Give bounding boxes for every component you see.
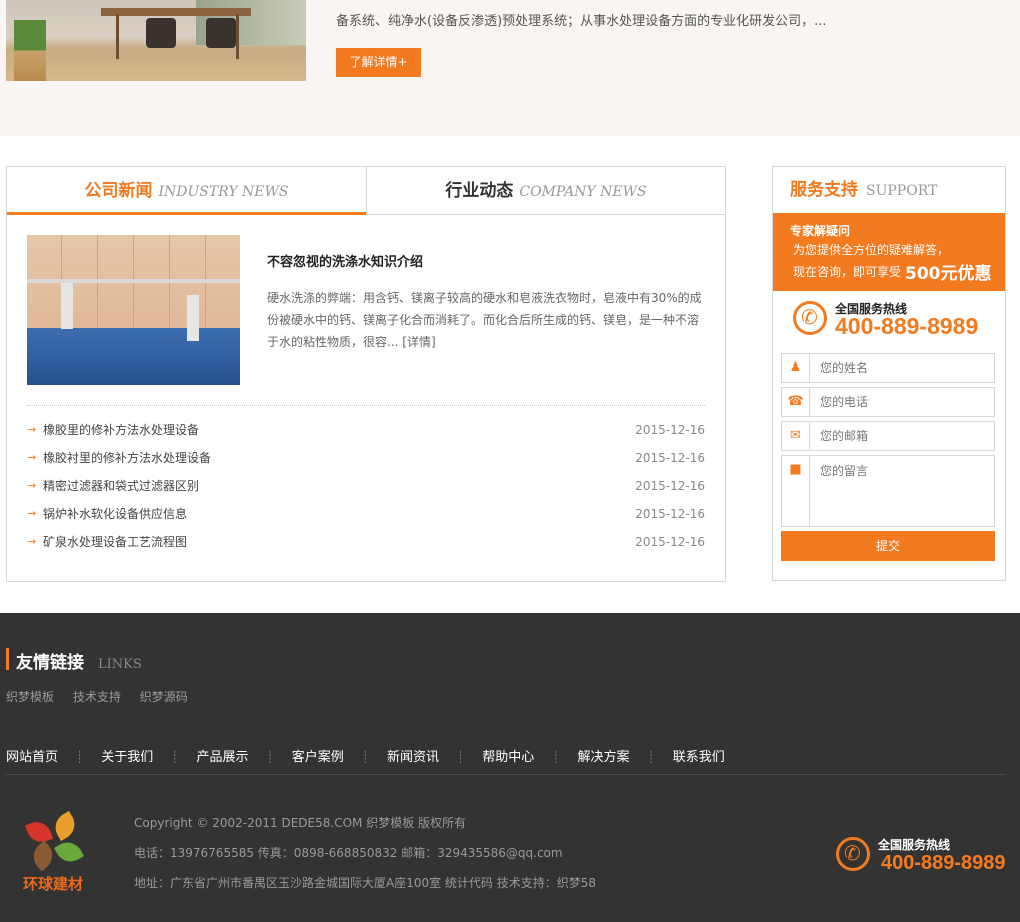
news-item-title[interactable]: 矿泉水处理设备工艺流程图: [43, 532, 187, 552]
featured-news-text: 硬水洗涤的弊端：用含钙、镁离子较高的硬水和皂液洗衣物时，皂液中有30%的成份被硬…: [267, 291, 702, 349]
arrow-icon: →: [27, 535, 37, 548]
name-field[interactable]: ♟ 您的姓名: [781, 353, 995, 383]
footer: 友情链接 LINKS 织梦模板 技术支持 织梦源码 网站首页 ┊ 关于我们 ┊ 产品展示 ┊…: [0, 613, 1020, 922]
name-placeholder: 您的姓名: [820, 361, 869, 375]
email-field[interactable]: ✉ 您的邮箱: [781, 421, 995, 451]
footer-nav-cases[interactable]: 客户案例: [292, 746, 344, 765]
list-item: → 锅炉补水软化设备供应信息 2015-12-16: [27, 504, 705, 532]
footer-hotline-label: 全国服务热线: [878, 838, 951, 852]
message-placeholder: 您的留言: [820, 464, 869, 478]
email-placeholder: 您的邮箱: [820, 429, 869, 443]
news-item-date: 2015-12-16: [635, 479, 705, 493]
arrow-icon: →: [27, 451, 37, 464]
support-title-en: SUPPORT: [866, 183, 938, 199]
banner-offer: 500元优惠: [905, 264, 992, 284]
news-item-title[interactable]: 橡胶衬里的修补方法水处理设备: [43, 448, 211, 468]
comment-icon: ■: [782, 456, 810, 526]
banner-line: 为您提供全方位的疑难解答，: [793, 243, 950, 257]
support-heading: 服务支持 SUPPORT: [773, 167, 1005, 213]
telephone-icon: ☎: [782, 388, 810, 416]
learn-more-button[interactable]: 了解详情+: [336, 48, 421, 77]
footer-nav-help[interactable]: 帮助中心: [482, 746, 534, 765]
news-item-title[interactable]: 橡胶里的修补方法水处理设备: [43, 420, 199, 440]
arrow-icon: →: [27, 423, 37, 436]
friend-link[interactable]: 技术支持: [73, 690, 121, 704]
footer-hotline: 全国服务热线 400-889-8989: [836, 835, 1016, 880]
tab-industry-news[interactable]: 行业动态 COMPANY NEWS: [366, 167, 725, 215]
footer-nav-contact[interactable]: 联系我们: [673, 746, 725, 765]
hotline-number: 400-889-8989: [835, 313, 979, 339]
news-item-title[interactable]: 锅炉补水软化设备供应信息: [43, 504, 187, 524]
about-section: 备系统、纯净水(设备反渗透)预处理系统；从事水处理设备方面的专业化研发公司，..…: [0, 0, 1020, 136]
logo-text: 环球建材: [23, 875, 84, 893]
links-heading: 友情链接 LINKS: [6, 648, 142, 673]
support-title: 服务支持: [790, 180, 858, 200]
news-item-date: 2015-12-16: [635, 535, 705, 549]
divider: [27, 405, 705, 406]
news-item-date: 2015-12-16: [635, 423, 705, 437]
links-title-en: LINKS: [98, 657, 142, 672]
arrow-icon: →: [27, 507, 37, 520]
phone-icon: [793, 301, 827, 335]
friend-link[interactable]: 织梦源码: [140, 690, 188, 704]
friend-links: 织梦模板 技术支持 织梦源码: [6, 688, 203, 705]
featured-news-title[interactable]: 不容忽视的洗涤水知识介绍: [267, 251, 423, 270]
about-photo: [6, 0, 306, 81]
phone-placeholder: 您的电话: [820, 395, 869, 409]
list-item: → 精密过滤器和袋式过滤器区别 2015-12-16: [27, 476, 705, 504]
links-title: 友情链接: [16, 653, 84, 673]
copyright-text: Copyright © 2002-2011 DEDE58.COM 织梦模板 版权…: [134, 816, 467, 830]
contact-text: 电话：13976765585 传真：0898-668850832 邮箱：3294…: [134, 846, 563, 860]
address-text: 地址：广东省广州市番禺区玉沙路金城国际大厦A座100室 统计代码 技术支持：织梦…: [134, 876, 597, 890]
support-panel: 服务支持 SUPPORT 专家解疑问 为您提供全方位的疑难解答， 现在咨询，即可享…: [772, 166, 1006, 581]
news-item-date: 2015-12-16: [635, 451, 705, 465]
featured-news-image[interactable]: [27, 235, 240, 385]
tab-label-en: INDUSTRY NEWS: [158, 184, 289, 200]
hotline-block: 全国服务热线 400-889-8989: [793, 299, 993, 339]
arrow-icon: →: [27, 479, 37, 492]
banner-line: 现在咨询，即可享受: [793, 265, 902, 279]
friend-link[interactable]: 织梦模板: [6, 690, 54, 704]
tab-company-news[interactable]: 公司新闻 INDUSTRY NEWS: [7, 167, 366, 215]
news-tabs: 公司新闻 INDUSTRY NEWS 行业动态 COMPANY NEWS: [7, 167, 725, 215]
news-item-date: 2015-12-16: [635, 507, 705, 521]
footer-nav-home[interactable]: 网站首页: [6, 746, 58, 765]
featured-news-more-link[interactable]: [详情]: [402, 335, 435, 349]
footer-nav-products[interactable]: 产品展示: [197, 746, 249, 765]
banner-title: 专家解疑问: [790, 224, 851, 238]
phone-field[interactable]: ☎ 您的电话: [781, 387, 995, 417]
tab-label-en: COMPANY NEWS: [519, 184, 647, 200]
list-item: → 橡胶里的修补方法水处理设备 2015-12-16: [27, 420, 705, 448]
news-panel: 公司新闻 INDUSTRY NEWS 行业动态 COMPANY NEWS 不容忽视的…: [6, 166, 726, 582]
news-item-title[interactable]: 精密过滤器和袋式过滤器区别: [43, 476, 199, 496]
featured-news-desc: 硬水洗涤的弊端：用含钙、镁离子较高的硬水和皂液洗衣物时，皂液中有30%的成份被硬…: [267, 287, 705, 353]
message-field[interactable]: ■ 您的留言: [781, 455, 995, 527]
submit-button[interactable]: 提交: [781, 531, 995, 561]
about-text: 备系统、纯净水(设备反渗透)预处理系统；从事水处理设备方面的专业化研发公司，..…: [336, 14, 827, 29]
footer-nav-about[interactable]: 关于我们: [101, 746, 153, 765]
support-banner: 专家解疑问 为您提供全方位的疑难解答， 现在咨询，即可享受 500元优惠: [773, 213, 1005, 291]
news-list: → 橡胶里的修补方法水处理设备 2015-12-16 → 橡胶衬里的修补方法水处理设备…: [27, 420, 705, 560]
footer-nav-news[interactable]: 新闻资讯: [387, 746, 439, 765]
list-item: → 矿泉水处理设备工艺流程图 2015-12-16: [27, 532, 705, 560]
footer-hotline-number: 400-889-8989: [881, 852, 1006, 874]
phone-icon: [836, 837, 870, 871]
footer-nav: 网站首页 ┊ 关于我们 ┊ 产品展示 ┊ 客户案例 ┊ 新闻资讯 ┊ 帮助中心 ┊ 解决方案 ┊ 联系我们: [6, 746, 1006, 775]
user-icon: ♟: [782, 354, 810, 382]
footer-nav-solutions[interactable]: 解决方案: [578, 746, 630, 765]
mail-icon: ✉: [782, 422, 810, 450]
tab-label: 行业动态: [445, 181, 514, 201]
tab-label: 公司新闻: [84, 181, 153, 201]
company-logo: 环球建材: [20, 810, 96, 897]
list-item: → 橡胶衬里的修补方法水处理设备 2015-12-16: [27, 448, 705, 476]
